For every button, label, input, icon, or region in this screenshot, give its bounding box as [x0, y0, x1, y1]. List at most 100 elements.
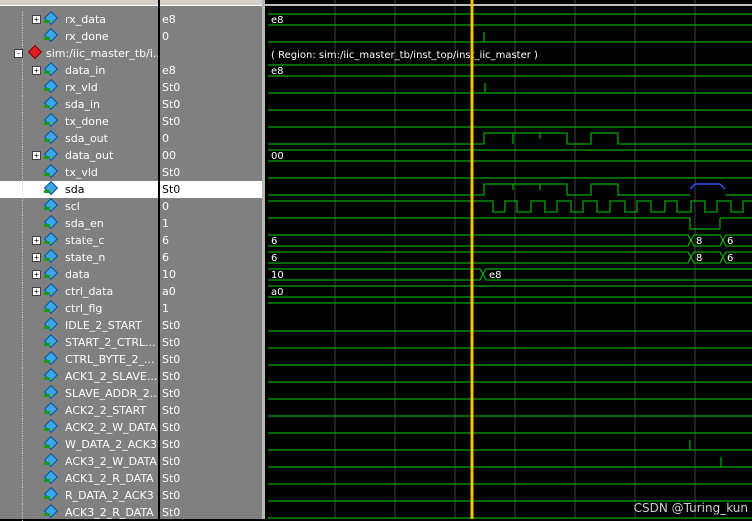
signal-row[interactable]: sda_in	[0, 96, 158, 113]
signal-row[interactable]: W_DATA_2_ACK3	[0, 436, 158, 453]
signal-name: ctrl_data	[65, 285, 114, 298]
signal-name: state_n	[65, 251, 106, 264]
signal-name: ACK1_2_SLAVE...	[65, 370, 158, 383]
signal-name: ACK3_2_W_DATA	[65, 455, 157, 468]
sda-out-base	[268, 133, 752, 144]
signal-name: state_c	[65, 234, 105, 247]
signal-row[interactable]: + state_n	[0, 249, 158, 266]
sda-out-wave	[268, 132, 752, 145]
tree-line	[22, 79, 24, 96]
expand-icon[interactable]: +	[32, 270, 41, 279]
signal-row[interactable]: ACK3_2_W_DATA	[0, 453, 158, 470]
expand-icon[interactable]: +	[32, 15, 41, 24]
signal-value: St0	[162, 81, 181, 94]
bus-value-label: 10	[271, 270, 284, 281]
signal-value: St0	[162, 489, 181, 502]
port-arrow-icon	[44, 173, 50, 176]
signal-name: ctrl_flg	[65, 302, 103, 315]
signal-value: St0	[162, 387, 181, 400]
signal-row[interactable]: + data_out	[0, 147, 158, 164]
port-arrow-icon	[44, 394, 50, 397]
tree-line	[22, 419, 24, 436]
port-arrow-icon	[44, 275, 50, 278]
signal-name: data	[65, 268, 90, 281]
expand-icon[interactable]: +	[32, 287, 41, 296]
signal-row[interactable]: ACK3_2_R_DATA	[0, 504, 158, 521]
signal-row[interactable]: R_DATA_2_ACK3	[0, 487, 158, 504]
signal-row[interactable]: ACK1_2_SLAVE...	[0, 368, 158, 385]
signal-name: SLAVE_ADDR_2...	[65, 387, 158, 400]
signal-value: e8	[162, 13, 176, 26]
port-arrow-icon	[44, 292, 50, 295]
signal-row[interactable]: START_2_CTRL...	[0, 334, 158, 351]
signal-name: ACK2_2_START	[65, 404, 147, 417]
expand-icon[interactable]: +	[32, 236, 41, 245]
port-arrow-icon	[44, 139, 50, 142]
port-arrow-icon	[44, 377, 50, 380]
signal-name: tx_done	[65, 115, 109, 128]
bus-value-label: a0	[271, 287, 284, 298]
signal-name: sda_out	[65, 132, 108, 145]
signal-name: rx_vld	[65, 81, 98, 94]
sda-wave	[268, 183, 690, 196]
sda-en-wave	[268, 217, 752, 230]
signal-row[interactable]: rx_vld	[0, 79, 158, 96]
region-label: ( Region: sim:/iic_master_tb/inst_top/in…	[271, 50, 538, 61]
port-arrow-icon	[44, 445, 50, 448]
signal-names-pane: + rx_data rx_done - sim:/iic_master_tb/i... +…	[0, 0, 158, 521]
tree-line	[22, 385, 24, 402]
port-arrow-icon	[44, 20, 50, 23]
signal-row[interactable]: scl	[0, 198, 158, 215]
signal-value: St0	[162, 115, 181, 128]
watermark: CSDN @Turing_kun	[633, 501, 748, 515]
signal-row[interactable]: ACK1_2_R_DATA	[0, 470, 158, 487]
bus-seg	[268, 268, 484, 281]
signal-row[interactable]: IDLE_2_START	[0, 317, 158, 334]
signal-row[interactable]: sda	[0, 181, 158, 198]
signal-name: rx_done	[65, 30, 109, 43]
signal-value: 00	[162, 149, 176, 162]
signal-name: sim:/iic_master_tb/i...	[46, 47, 158, 60]
signal-name: data_out	[65, 149, 114, 162]
signal-row[interactable]: rx_done	[0, 28, 158, 45]
signal-row[interactable]: + ctrl_data	[0, 283, 158, 300]
signal-row[interactable]: ACK2_2_START	[0, 402, 158, 419]
port-arrow-icon	[44, 496, 50, 499]
signal-row[interactable]: + state_c	[0, 232, 158, 249]
signal-row[interactable]: tx_done	[0, 113, 158, 130]
signal-row[interactable]: + rx_data	[0, 11, 158, 28]
signal-row[interactable]: sda_out	[0, 130, 158, 147]
bus-value-label: 6	[727, 253, 733, 264]
signal-row[interactable]: ACK2_2_W_DATA	[0, 419, 158, 436]
tree-line	[22, 215, 24, 232]
tree-line	[22, 11, 24, 28]
signal-name: ACK2_2_W_DATA	[65, 421, 157, 434]
expand-icon[interactable]: +	[32, 253, 41, 262]
signal-row[interactable]: SLAVE_ADDR_2...	[0, 385, 158, 402]
signal-row[interactable]: sda_en	[0, 215, 158, 232]
port-arrow-icon	[44, 309, 50, 312]
signal-value: St0	[162, 166, 181, 179]
collapse-icon[interactable]: -	[14, 49, 23, 58]
signal-value: 1	[162, 302, 169, 315]
port-arrow-icon	[44, 190, 50, 193]
expand-icon[interactable]: +	[32, 66, 41, 75]
port-arrow-icon	[44, 105, 50, 108]
tree-line	[22, 283, 24, 300]
tree-line	[22, 181, 24, 198]
signal-row[interactable]: + data	[0, 266, 158, 283]
waveform-canvas[interactable]: e8 ( Region: sim:/iic_master_tb/inst_top/…	[265, 0, 752, 519]
signal-row[interactable]: CTRL_BYTE_2_...	[0, 351, 158, 368]
port-arrow-icon	[44, 513, 50, 516]
bus-value-label: 8	[696, 236, 702, 247]
signal-row[interactable]: - sim:/iic_master_tb/i...	[0, 45, 158, 62]
port-arrow-icon	[44, 343, 50, 346]
signal-value: St0	[162, 455, 181, 468]
signal-row[interactable]: ctrl_flg	[0, 300, 158, 317]
waveform-pane[interactable]: e8 ( Region: sim:/iic_master_tb/inst_top/…	[265, 0, 752, 519]
values-header	[160, 0, 262, 6]
signal-row[interactable]: tx_vld	[0, 164, 158, 181]
expand-icon[interactable]: +	[32, 151, 41, 160]
signal-row[interactable]: + data_in	[0, 62, 158, 79]
tree-line	[22, 147, 24, 164]
